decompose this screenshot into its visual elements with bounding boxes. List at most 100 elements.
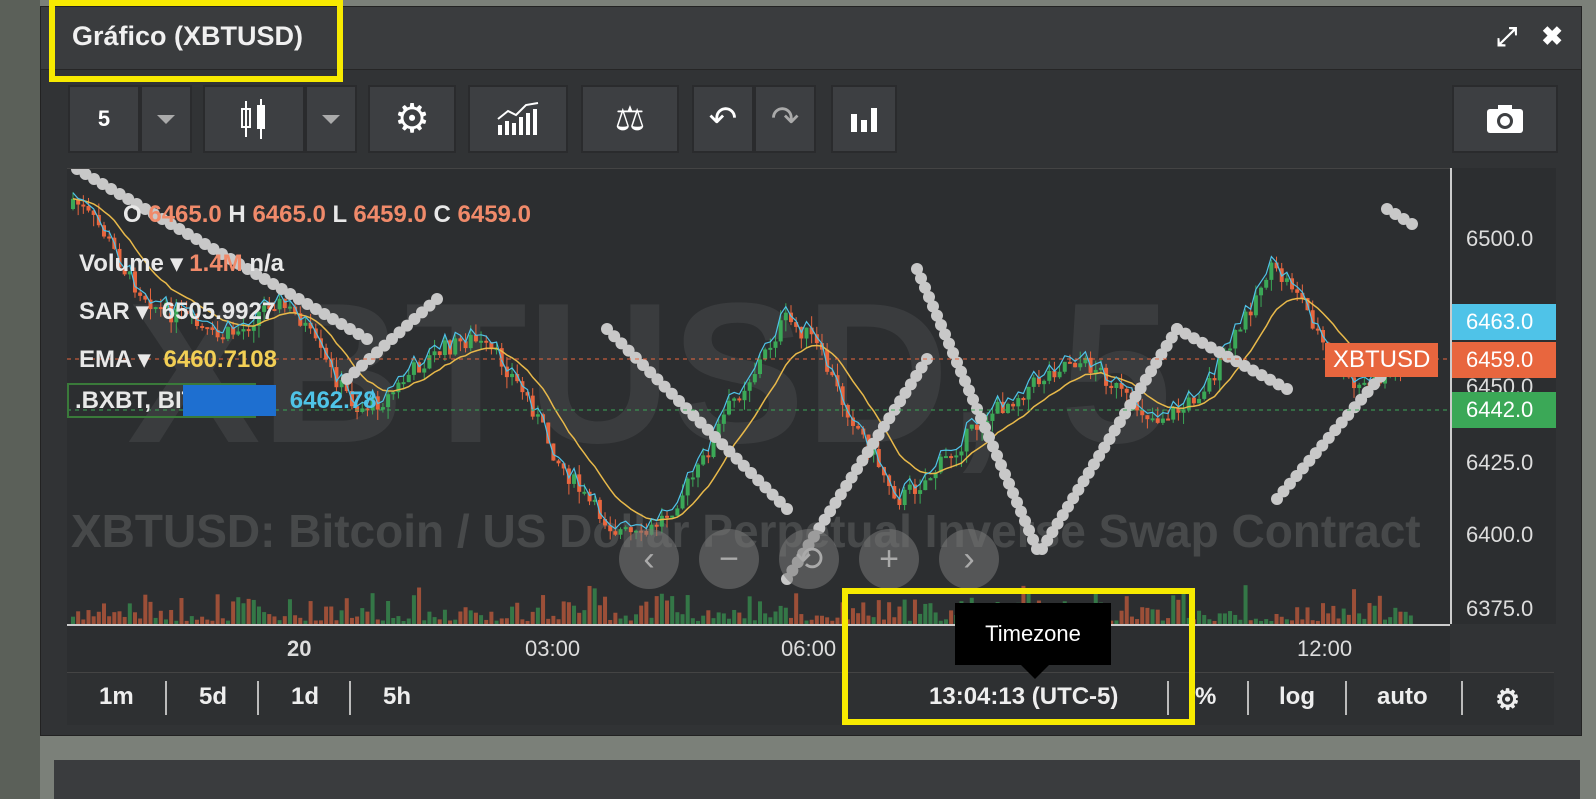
sar-dot bbox=[1281, 383, 1293, 395]
reset-button[interactable]: ⟲ bbox=[779, 529, 839, 589]
scroll-left-button[interactable]: ‹ bbox=[619, 529, 679, 589]
highlight-clock bbox=[842, 588, 1195, 725]
auto-toggle[interactable]: auto bbox=[1377, 683, 1428, 711]
candle bbox=[1171, 407, 1176, 420]
ema-legend[interactable]: EMA ▾ 6460.7108 bbox=[79, 345, 277, 374]
candle bbox=[1217, 356, 1222, 381]
candle bbox=[659, 515, 664, 527]
zoom-in-button[interactable]: + bbox=[859, 529, 919, 589]
candle bbox=[1202, 391, 1207, 399]
candle bbox=[458, 338, 463, 342]
depth-button[interactable] bbox=[831, 85, 897, 153]
candle bbox=[773, 341, 778, 348]
volume-bar bbox=[427, 611, 432, 625]
chevron-down-icon bbox=[157, 114, 175, 124]
candle bbox=[969, 424, 974, 429]
volume-bar bbox=[1367, 603, 1372, 625]
candle bbox=[783, 312, 788, 321]
close-icon[interactable]: ✖ bbox=[1541, 21, 1563, 53]
candle bbox=[995, 401, 1000, 414]
candle bbox=[928, 478, 933, 481]
volume-bar bbox=[86, 610, 91, 625]
candle bbox=[138, 292, 143, 296]
volume-bar bbox=[561, 601, 566, 625]
candle bbox=[401, 382, 406, 385]
candle bbox=[1155, 418, 1160, 423]
sar-dot bbox=[781, 503, 793, 515]
candle bbox=[535, 414, 540, 417]
compare-button[interactable]: ⚖ bbox=[581, 85, 679, 153]
range-5d[interactable]: 5d bbox=[199, 683, 227, 711]
volume-bar bbox=[685, 595, 690, 625]
redo-button[interactable]: ↷ bbox=[754, 85, 816, 153]
y-tick: 6425.0 bbox=[1466, 450, 1534, 475]
zoom-out-button[interactable]: − bbox=[699, 529, 759, 589]
percent-toggle[interactable]: % bbox=[1195, 683, 1216, 711]
candle bbox=[856, 425, 861, 429]
candle bbox=[732, 398, 737, 401]
volume-bar bbox=[76, 611, 81, 625]
candle bbox=[907, 484, 912, 490]
candle bbox=[1243, 311, 1248, 330]
volume-bar bbox=[757, 601, 762, 625]
scroll-right-button[interactable]: › bbox=[939, 529, 999, 589]
volume-bar bbox=[1305, 607, 1310, 625]
price-axis[interactable]: 6500.0 6450.0 6425.0 6400.0 6375.0 6463.… bbox=[1450, 168, 1556, 624]
redo-icon: ↷ bbox=[770, 100, 800, 138]
candle bbox=[572, 474, 577, 484]
candle bbox=[1124, 388, 1129, 393]
volume-bar bbox=[1243, 585, 1248, 625]
volume-bar bbox=[169, 609, 174, 625]
divider bbox=[1461, 681, 1463, 715]
volume-bar bbox=[773, 611, 778, 625]
undo-button[interactable]: ↶ bbox=[692, 85, 754, 153]
interval-dropdown[interactable] bbox=[140, 85, 192, 153]
chevron-down-icon bbox=[322, 114, 340, 124]
candle bbox=[1207, 378, 1212, 392]
candle bbox=[287, 306, 292, 309]
chart-type-button[interactable] bbox=[203, 85, 305, 153]
candle bbox=[225, 327, 230, 339]
snapshot-button[interactable] bbox=[1452, 85, 1558, 153]
volume-legend[interactable]: Volume ▾ 1.4M n/a bbox=[79, 249, 284, 278]
balance-scale-icon: ⚖ bbox=[614, 100, 646, 138]
log-toggle[interactable]: log bbox=[1279, 683, 1315, 711]
volume-bar bbox=[1393, 607, 1398, 625]
candle bbox=[618, 529, 623, 535]
candle bbox=[628, 527, 633, 533]
range-1d[interactable]: 1d bbox=[291, 683, 319, 711]
chart-canvas[interactable]: XBTUSD, 5 XBTUSD: Bitcoin / US Dollar Pe… bbox=[67, 168, 1450, 625]
divider bbox=[1247, 681, 1249, 715]
sar-legend[interactable]: SAR ▾ 6505.9927 bbox=[79, 297, 275, 326]
chart-type-dropdown[interactable] bbox=[305, 85, 357, 153]
volume-bar bbox=[463, 607, 468, 625]
y-tick: 6500.0 bbox=[1466, 226, 1534, 251]
interval-button[interactable]: 5 bbox=[68, 85, 140, 153]
divider bbox=[1345, 681, 1347, 715]
volume-bar bbox=[468, 610, 473, 625]
volume-bar bbox=[1321, 603, 1326, 625]
compare-legend[interactable]: .BXBT, BITMEX ____ 6462.78 bbox=[67, 383, 377, 418]
range-1m[interactable]: 1m bbox=[99, 683, 134, 711]
candle bbox=[1264, 279, 1269, 288]
gear-icon[interactable]: ⚙ bbox=[1495, 683, 1520, 716]
volume-bar bbox=[639, 605, 644, 625]
candle bbox=[1212, 378, 1217, 381]
candle bbox=[277, 298, 282, 310]
volume-bar bbox=[515, 602, 520, 625]
candle bbox=[1011, 403, 1016, 407]
range-5h[interactable]: 5h bbox=[383, 683, 411, 711]
volume-bar bbox=[148, 601, 153, 625]
volume-bar bbox=[665, 600, 670, 625]
candle bbox=[236, 331, 241, 335]
candle bbox=[654, 524, 659, 527]
time-axis[interactable]: 20 03:00 06:00 12:00 bbox=[67, 624, 1450, 674]
indicators-icon bbox=[497, 102, 539, 135]
indicators-button[interactable] bbox=[468, 85, 568, 153]
settings-button[interactable]: ⚙ bbox=[368, 85, 456, 153]
volume-bar bbox=[794, 593, 799, 625]
candle bbox=[680, 495, 685, 509]
expand-icon[interactable]: ⤢ bbox=[1496, 21, 1517, 53]
volume-bar bbox=[1372, 605, 1377, 625]
sar-dot bbox=[1406, 218, 1418, 230]
